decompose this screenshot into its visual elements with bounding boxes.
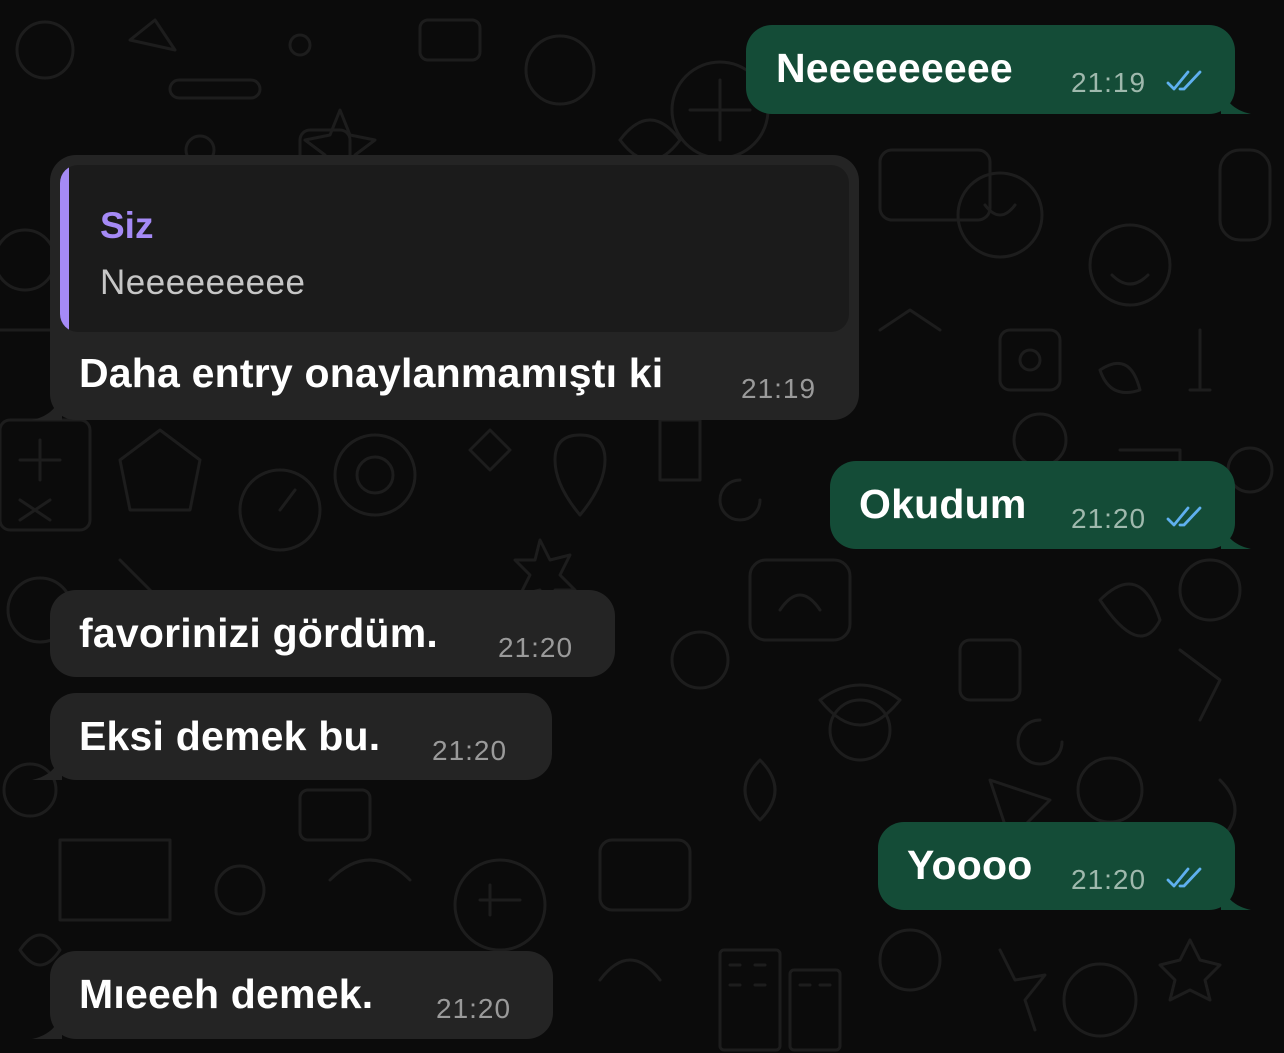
reply-quote-author: Siz xyxy=(100,205,154,246)
outgoing-message[interactable]: Neeeeeeeee 21:19 xyxy=(746,25,1251,114)
message-time: 21:20 xyxy=(498,632,574,663)
bubble-tail xyxy=(1221,517,1251,549)
message-time: 21:19 xyxy=(1071,67,1147,98)
bubble-tail xyxy=(32,388,62,420)
message-text: Okudum xyxy=(859,481,1027,527)
incoming-message[interactable]: favorinizi gördüm. 21:20 xyxy=(50,590,615,677)
message-text: Neeeeeeeee xyxy=(776,45,1013,91)
message-text: Yoooo xyxy=(907,842,1033,888)
double-check-read-icon xyxy=(1166,506,1202,527)
incoming-message[interactable]: Mıeeeh demek. 21:20 xyxy=(32,951,553,1039)
bubble-tail xyxy=(1221,82,1251,114)
reply-quote-text: Neeeeeeeee xyxy=(100,263,306,302)
message-text: favorinizi gördüm. xyxy=(79,610,438,656)
message-time: 21:20 xyxy=(436,993,512,1024)
incoming-message-with-reply[interactable]: Siz Neeeeeeeee Daha entry onaylanmamıştı… xyxy=(32,155,859,420)
bubble-tail xyxy=(32,1007,62,1039)
reply-quote[interactable]: Siz Neeeeeeeee xyxy=(60,165,849,332)
bubble-tail xyxy=(32,748,62,780)
outgoing-message[interactable]: Yoooo 21:20 xyxy=(878,822,1251,910)
message-time: 21:20 xyxy=(432,735,508,766)
bubble-tail xyxy=(1221,878,1251,910)
double-check-read-icon xyxy=(1166,867,1202,888)
message-time: 21:19 xyxy=(741,373,817,404)
double-check-read-icon xyxy=(1166,70,1202,91)
message-text: Eksi demek bu. xyxy=(79,713,381,759)
outgoing-message[interactable]: Okudum 21:20 xyxy=(830,461,1251,549)
incoming-message[interactable]: Eksi demek bu. 21:20 xyxy=(32,693,552,780)
reply-quote-accent-bar xyxy=(60,165,69,332)
message-time: 21:20 xyxy=(1071,503,1147,534)
message-text: Daha entry onaylanmamıştı ki xyxy=(79,350,664,396)
message-text: Mıeeeh demek. xyxy=(79,971,374,1017)
message-list: Neeeeeeeee 21:19 Siz Neeeeeeeee Daha ent… xyxy=(0,0,1284,1053)
message-time: 21:20 xyxy=(1071,864,1147,895)
